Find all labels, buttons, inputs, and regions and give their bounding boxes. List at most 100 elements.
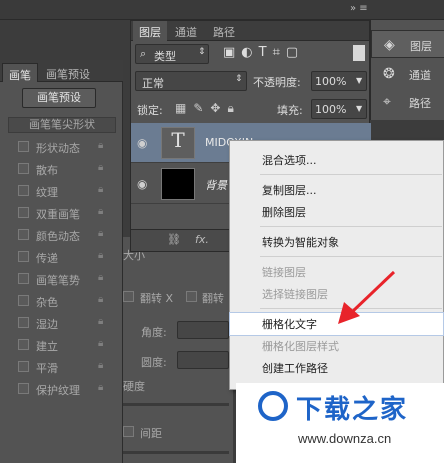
option-label: 湿边	[36, 318, 58, 331]
flip-y-label: 翻转	[202, 292, 224, 305]
option-dual-brush[interactable]: 双重画笔 🔒︎	[8, 203, 116, 223]
checkbox[interactable]	[18, 383, 29, 394]
filter-toggle-icon[interactable]	[353, 45, 365, 61]
dock-layers[interactable]: ◈ 图层	[371, 30, 444, 58]
checkbox[interactable]	[18, 295, 29, 306]
watermark-url: www.downza.cn	[298, 431, 392, 446]
lock-label: 锁定:	[137, 104, 163, 117]
menu-item-delete-layer[interactable]: 删除图层	[230, 201, 443, 223]
tab-paths[interactable]: 路径	[207, 21, 241, 41]
checkbox[interactable]	[18, 339, 29, 350]
hardness-slider[interactable]	[123, 403, 229, 406]
option-texture[interactable]: 纹理 🔒︎	[8, 181, 116, 201]
option-noise[interactable]: 杂色 🔒︎	[8, 291, 116, 311]
layer-name: 背景	[205, 179, 227, 192]
option-label: 双重画笔	[36, 208, 80, 221]
eye-icon[interactable]: ◉	[137, 136, 147, 150]
angle-label: 角度:	[141, 326, 167, 339]
lock-icon: 🔒︎	[98, 162, 104, 173]
option-build-up[interactable]: 建立 🔒︎	[8, 335, 116, 355]
option-label: 画笔笔势	[36, 274, 80, 287]
option-label: 建立	[36, 340, 58, 353]
watermark: 下载之家 www.downza.cn	[236, 383, 444, 463]
flip-x-checkbox[interactable]	[123, 291, 134, 302]
opacity-label: 不透明度:	[253, 76, 301, 89]
option-color-dynamics[interactable]: 颜色动态 🔒︎	[8, 225, 116, 245]
layer-filter-icons[interactable]: ▣◐T⌗▢	[223, 45, 304, 60]
text-layer-icon: T	[161, 127, 195, 159]
lock-icon: 🔒︎	[98, 316, 104, 327]
checkbox[interactable]	[18, 185, 29, 196]
menu-item-blending-options[interactable]: 混合选项...	[230, 149, 443, 171]
brush-tip-shape-section[interactable]: 画笔笔尖形状	[8, 117, 116, 133]
blend-mode-value: 正常	[142, 77, 164, 90]
brush-panel-tabbar: 画笔 画笔预设	[0, 60, 123, 82]
fx-button[interactable]: fx.	[195, 233, 209, 246]
tab-layers[interactable]: 图层	[133, 21, 167, 41]
blend-mode-select[interactable]: 正常 ⇕	[135, 71, 247, 91]
menu-separator	[260, 226, 442, 227]
option-scattering[interactable]: 散布 🔒︎	[8, 159, 116, 179]
dropdown-arrow-icon: ▼	[356, 104, 363, 113]
option-label: 平滑	[36, 362, 58, 375]
option-protect-texture[interactable]: 保护纹理 🔒︎	[8, 379, 116, 399]
watermark-title: 下载之家	[296, 395, 409, 425]
dock-label: 路径	[409, 97, 431, 110]
option-shape-dynamics[interactable]: 形状动态 🔒︎	[8, 137, 116, 157]
lock-icon: 🔒︎	[98, 294, 104, 305]
panel-collapse-icon[interactable]: » ≡	[350, 3, 390, 17]
option-smoothing[interactable]: 平滑 🔒︎	[8, 357, 116, 377]
checkbox[interactable]	[18, 317, 29, 328]
eye-icon[interactable]: ◉	[137, 177, 147, 191]
lock-options-icons[interactable]: ▦✎✥🔒︎	[175, 101, 241, 116]
spacing-checkbox[interactable]	[123, 426, 134, 437]
option-wet-edges[interactable]: 湿边 🔒︎	[8, 313, 116, 333]
menu-item-convert-smart-object[interactable]: 转换为智能对象	[230, 231, 443, 253]
spacing-label: 间距	[140, 427, 162, 440]
menu-item-duplicate-layer[interactable]: 复制图层...	[230, 179, 443, 201]
tab-brush[interactable]: 画笔	[2, 63, 38, 82]
menu-item-create-work-path[interactable]: 创建工作路径	[230, 357, 443, 379]
checkbox[interactable]	[18, 163, 29, 174]
lock-icon: 🔒︎	[98, 184, 104, 195]
opacity-input[interactable]: 100% ▼	[311, 71, 367, 91]
checkbox[interactable]	[18, 207, 29, 218]
dropdown-arrow-icon: ▼	[356, 76, 363, 85]
angle-input[interactable]	[177, 321, 229, 339]
opacity-value: 100%	[315, 75, 347, 88]
menu-item-rasterize-layer-style: 栅格化图层样式	[262, 340, 339, 353]
checkbox[interactable]	[18, 141, 29, 152]
option-transfer[interactable]: 传递 🔒︎	[8, 247, 116, 267]
layer-filter-select[interactable]: ⌕ 类型 ⇕	[135, 44, 209, 64]
tab-channels[interactable]: 通道	[169, 21, 203, 41]
option-brush-pose[interactable]: 画笔笔势 🔒︎	[8, 269, 116, 289]
updown-icon: ⇕	[198, 47, 206, 57]
context-menu: 混合选项... 复制图层... 删除图层 转换为智能对象 链接图层 选择链接图层…	[229, 140, 444, 390]
dock-channels[interactable]: ❂ 通道	[371, 60, 444, 88]
spacing-slider[interactable]	[123, 451, 229, 454]
background-thumbnail	[161, 168, 195, 200]
checkbox[interactable]	[18, 229, 29, 240]
flip-y-checkbox[interactable]	[186, 291, 197, 302]
link-icon[interactable]: ⛓	[167, 233, 181, 246]
tab-brush-presets[interactable]: 画笔预设	[40, 63, 96, 82]
fill-input[interactable]: 100% ▼	[311, 99, 367, 119]
paths-icon: ⌖	[383, 94, 391, 110]
layers-icon: ◈	[384, 37, 395, 53]
annotation-arrow-icon	[338, 270, 396, 324]
dock-paths[interactable]: ⌖ 路径	[371, 88, 444, 116]
hardness-label: 硬度	[123, 380, 145, 393]
dock-label: 图层	[410, 40, 432, 53]
roundness-input[interactable]	[177, 351, 229, 369]
option-label: 保护纹理	[36, 384, 80, 397]
checkbox[interactable]	[18, 273, 29, 284]
checkbox[interactable]	[18, 251, 29, 262]
option-label: 纹理	[36, 186, 58, 199]
brush-presets-button[interactable]: 画笔预设	[22, 88, 96, 108]
checkbox[interactable]	[18, 361, 29, 372]
fill-value: 100%	[315, 103, 347, 116]
updown-icon: ⇕	[235, 74, 243, 84]
flip-x-label: 翻转 X	[140, 292, 174, 305]
fill-label: 填充:	[277, 104, 303, 117]
channels-icon: ❂	[383, 66, 395, 82]
